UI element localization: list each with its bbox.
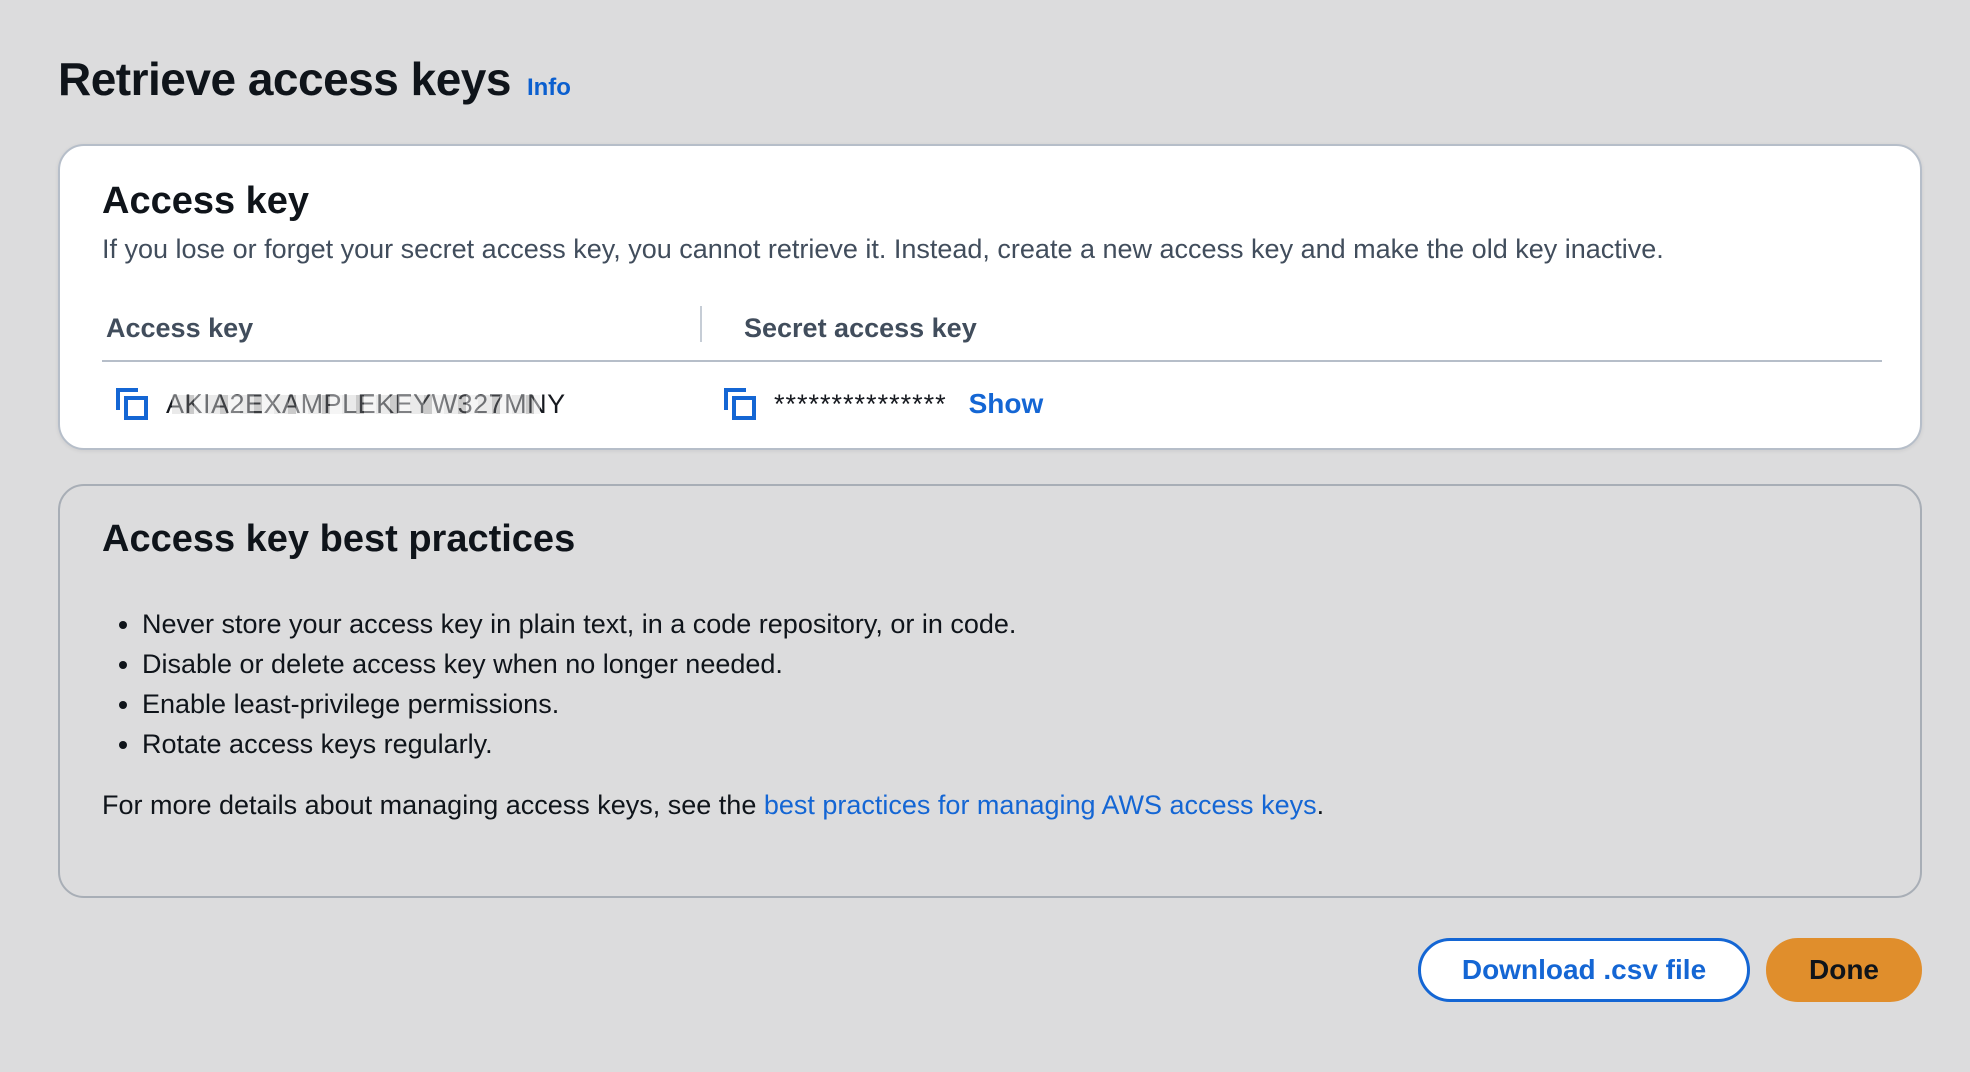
access-key-warning: If you lose or forget your secret access… [102, 234, 1664, 264]
table-header: Access key Secret access key [102, 296, 1882, 362]
table-row: AKIA2EXAMPLEKEYW327MNY *************** S… [102, 362, 1882, 446]
access-key-value: AKIA2EXAMPLEKEYW327MNY [166, 388, 566, 419]
page-header: Retrieve access keys Info [58, 52, 571, 106]
best-practices-footer: For more details about managing access k… [102, 790, 1324, 821]
done-button[interactable]: Done [1766, 938, 1922, 1002]
footer-suffix: . [1316, 790, 1325, 820]
page-title: Retrieve access keys [58, 53, 511, 105]
list-item: Never store your access key in plain tex… [142, 604, 1016, 644]
copy-icon[interactable] [722, 386, 758, 422]
secret-access-key-value: *************** [774, 388, 947, 419]
access-key-panel: Access key If you lose or forget your se… [58, 144, 1922, 450]
secret-access-key-cell: *************** Show [702, 386, 1043, 422]
best-practices-link[interactable]: best practices for managing AWS access k… [764, 790, 1317, 820]
download-csv-button[interactable]: Download .csv file [1418, 938, 1750, 1002]
column-header-secret-access-key: Secret access key [744, 312, 977, 343]
show-secret-link[interactable]: Show [969, 388, 1044, 420]
access-key-table: Access key Secret access key AKIA2EXAMPL… [102, 296, 1882, 446]
best-practices-list: Never store your access key in plain tex… [102, 604, 1016, 764]
info-link[interactable]: Info [527, 74, 571, 102]
column-header-access-key: Access key [102, 296, 702, 360]
list-item: Enable least-privilege permissions. [142, 684, 1016, 724]
best-practices-title: Access key best practices [102, 518, 576, 560]
footer-prefix: For more details about managing access k… [102, 790, 764, 820]
list-item: Rotate access keys regularly. [142, 724, 1016, 764]
best-practices-panel: Access key best practices Never store yo… [58, 484, 1922, 898]
access-key-panel-title: Access key [102, 180, 310, 222]
copy-icon[interactable] [114, 386, 150, 422]
access-key-cell: AKIA2EXAMPLEKEYW327MNY [102, 386, 702, 422]
list-item: Disable or delete access key when no lon… [142, 644, 1016, 684]
